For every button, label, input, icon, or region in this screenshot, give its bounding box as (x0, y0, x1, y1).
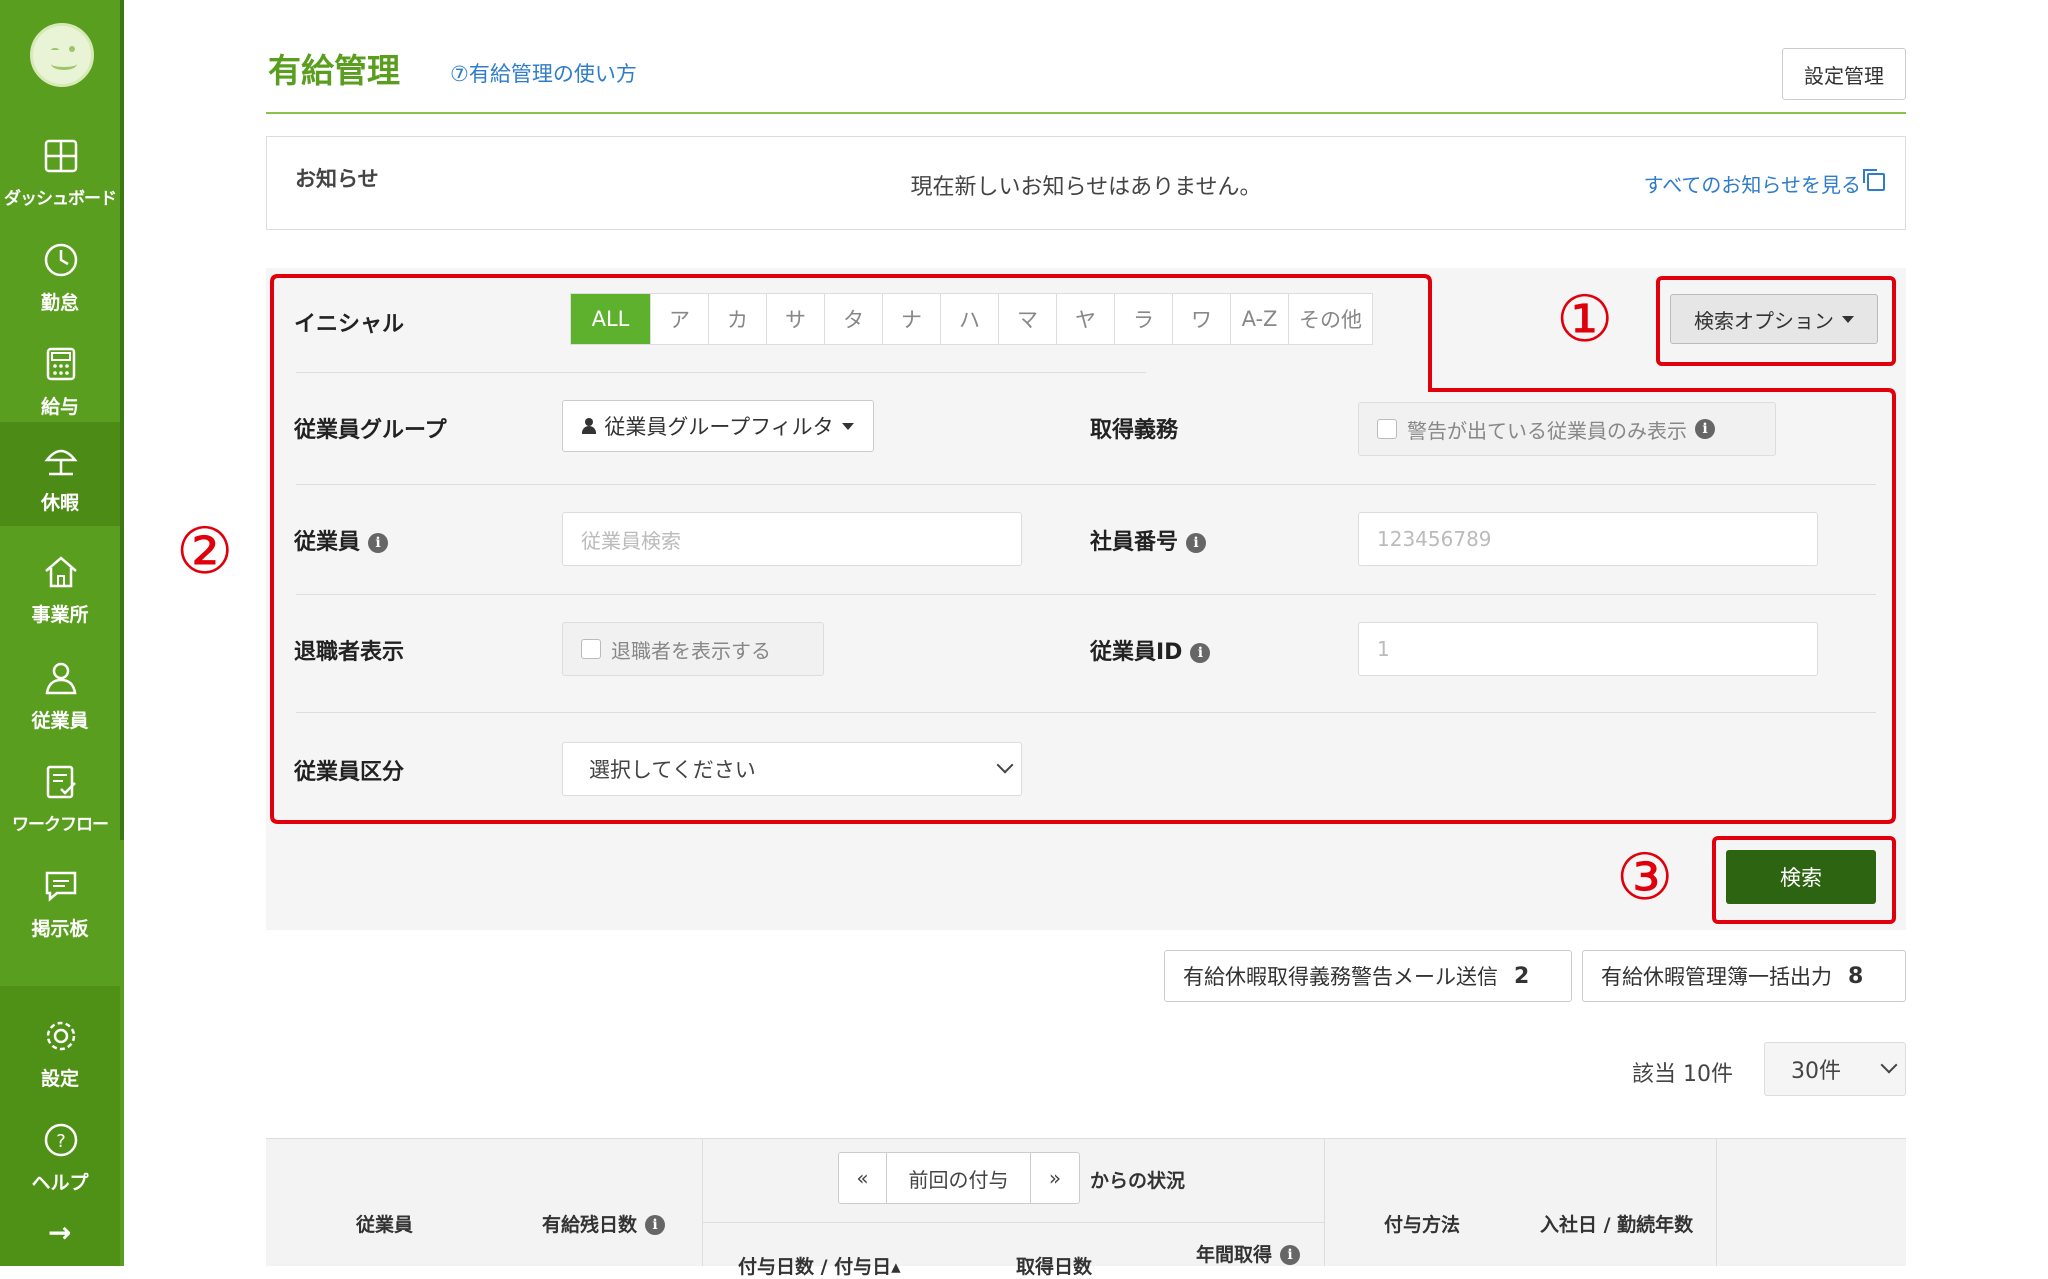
th-grant-method: 付与方法 (1384, 1214, 1461, 1236)
th-remaining: 有給残日数 i (542, 1210, 666, 1237)
bulk-export-button[interactable]: 有給休暇管理簿一括出力 8 (1582, 950, 1906, 1002)
th-employee: 従業員 (356, 1214, 414, 1236)
column-divider (1324, 1138, 1325, 1266)
chevron-down-icon (1880, 1056, 1898, 1074)
result-count: 該当 10件 (1632, 1062, 1733, 1087)
pager-prev-button[interactable]: « (839, 1153, 887, 1203)
warning-mail-label: 有給休暇取得義務警告メール送信 (1183, 965, 1498, 989)
bulk-export-label: 有給休暇管理簿一括出力 (1601, 965, 1832, 989)
warning-mail-count: 2 (1514, 963, 1530, 989)
row-divider (702, 1222, 1324, 1223)
pager-next-button[interactable]: » (1031, 1153, 1079, 1203)
grant-pager: « 前回の付与 » (838, 1152, 1080, 1204)
annotation-box-2 (270, 274, 1896, 824)
th-join-date: 入社日 / 勤続年数 (1540, 1214, 1694, 1236)
th-status-suffix: からの状況 (1090, 1170, 1186, 1192)
column-divider (702, 1138, 703, 1266)
per-page-value: 30件 (1791, 1059, 1841, 1084)
table-header (266, 1138, 1906, 1266)
info-icon: i (645, 1215, 666, 1235)
th-remaining-text: 有給残日数 (542, 1214, 638, 1236)
annotation-marker-1: ① (1556, 283, 1614, 357)
annotation-marker-2: ② (176, 515, 234, 589)
th-annual-text: 年間取得 (1196, 1244, 1273, 1266)
th-annual: 年間取得 i (1196, 1240, 1301, 1267)
column-divider (1716, 1138, 1717, 1266)
bulk-export-count: 8 (1848, 963, 1864, 989)
per-page-select[interactable]: 30件 (1764, 1042, 1906, 1096)
annotation-marker-3: ③ (1616, 841, 1674, 915)
pager-current[interactable]: 前回の付与 (887, 1153, 1031, 1203)
warning-mail-button[interactable]: 有給休暇取得義務警告メール送信 2 (1164, 950, 1572, 1002)
info-icon: i (1280, 1245, 1301, 1265)
